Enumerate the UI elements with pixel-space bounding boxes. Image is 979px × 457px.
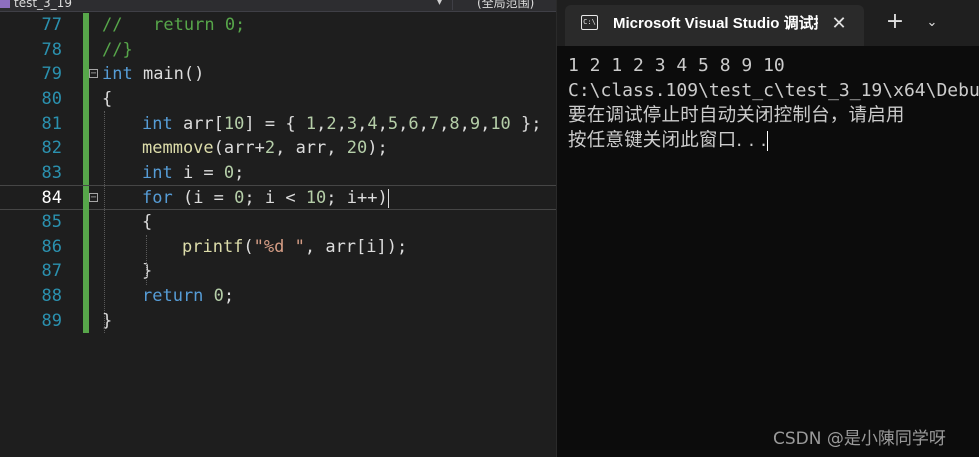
scope-dropdown[interactable]: (全局范围) bbox=[452, 0, 556, 10]
line-number: 88 bbox=[41, 286, 62, 307]
change-marker bbox=[83, 284, 89, 309]
output-line: C:\class.109\test_c\test_3_19\x64\Debug\… bbox=[568, 80, 979, 101]
code-text: printf("%d ", arr[i]); bbox=[182, 236, 408, 257]
code-line-current[interactable]: 84 − for (i = 0; i < 10; i++) bbox=[0, 185, 556, 212]
new-tab-icon[interactable]: + bbox=[883, 11, 907, 35]
code-text: memmove(arr+2, arr, 20); bbox=[142, 138, 388, 159]
change-marker bbox=[83, 210, 89, 235]
code-text: //} bbox=[102, 39, 133, 60]
line-number: 77 bbox=[41, 15, 62, 35]
text-caret bbox=[387, 188, 389, 208]
code-text: int main() bbox=[102, 64, 205, 85]
change-marker bbox=[83, 308, 89, 334]
line-number: 78 bbox=[41, 39, 62, 60]
chevron-down-icon[interactable]: ⌄ bbox=[921, 11, 943, 35]
change-marker bbox=[83, 13, 89, 38]
line-number: 86 bbox=[41, 236, 62, 257]
code-text: { bbox=[142, 212, 153, 233]
code-text: for (i = 0; i < 10; i++) bbox=[142, 188, 389, 209]
close-icon[interactable]: ✕ bbox=[827, 12, 851, 36]
change-marker bbox=[83, 111, 89, 137]
code-line[interactable]: 81 int arr[10] = { 1,2,3,4,5,6,7,8,9,10 … bbox=[0, 111, 556, 137]
code-line[interactable]: 83 int i = 0; bbox=[0, 160, 556, 186]
fold-collapse-icon[interactable]: − bbox=[89, 193, 98, 203]
code-line[interactable]: 86 printf("%d ", arr[i]); bbox=[0, 234, 556, 260]
code-text: } bbox=[142, 261, 153, 282]
file-dropdown-label: test_3_19 bbox=[14, 0, 72, 10]
prompt-text: 按任意键关闭此窗口. . . bbox=[568, 130, 767, 151]
indent-guide bbox=[104, 111, 105, 333]
code-line[interactable]: 80 { bbox=[0, 86, 556, 112]
change-marker bbox=[83, 160, 89, 186]
line-number: 84 bbox=[41, 188, 62, 209]
line-number: 80 bbox=[41, 88, 62, 109]
code-line[interactable]: 89 } bbox=[0, 308, 556, 334]
debug-console-window[interactable]: C:\ Microsoft Visual Studio 调试控制台 ✕ + ⌄ … bbox=[556, 0, 979, 457]
editor-navigation-bar: test_3_19 ▾ (全局范围) bbox=[0, 0, 556, 12]
code-line[interactable]: 77 // return 0; bbox=[0, 13, 556, 38]
code-line[interactable]: 79 − int main() bbox=[0, 62, 556, 87]
chevron-down-icon[interactable]: ▾ bbox=[437, 0, 442, 10]
output-line-prompt: 按任意键关闭此窗口. . . bbox=[568, 128, 979, 153]
output-line: 1 2 1 2 3 4 5 8 9 10 bbox=[568, 55, 785, 76]
code-text: { bbox=[102, 88, 113, 109]
code-text: int i = 0; bbox=[142, 162, 245, 183]
change-marker bbox=[83, 37, 89, 63]
code-editor[interactable]: test_3_19 ▾ (全局范围) 77 // return 0; 78 //… bbox=[0, 0, 556, 457]
code-line[interactable]: 88 return 0; bbox=[0, 284, 556, 309]
tab-title: Microsoft Visual Studio 调试控制台 bbox=[613, 15, 818, 32]
code-text: return 0; bbox=[142, 286, 235, 307]
code-line[interactable]: 82 memmove(arr+2, arr, 20); bbox=[0, 136, 556, 161]
line-number: 81 bbox=[41, 113, 62, 134]
change-marker bbox=[83, 86, 89, 112]
line-number: 83 bbox=[41, 162, 62, 183]
line-number: 89 bbox=[41, 310, 62, 331]
line-number: 82 bbox=[41, 138, 62, 159]
change-marker bbox=[83, 259, 89, 285]
file-dropdown[interactable]: test_3_19 ▾ bbox=[0, 0, 446, 10]
terminal-titlebar: C:\ Microsoft Visual Studio 调试控制台 ✕ + ⌄ bbox=[557, 0, 979, 46]
line-number: 79 bbox=[41, 64, 62, 85]
change-marker bbox=[83, 136, 89, 161]
terminal-tab[interactable]: C:\ Microsoft Visual Studio 调试控制台 ✕ bbox=[565, 5, 864, 46]
terminal-caret bbox=[766, 131, 768, 151]
fold-collapse-icon[interactable]: − bbox=[89, 69, 98, 79]
output-line: 要在调试停止时自动关闭控制台，请启用 bbox=[568, 105, 905, 126]
code-line[interactable]: 78 //} bbox=[0, 37, 556, 63]
scope-dropdown-label: (全局范围) bbox=[477, 0, 535, 10]
code-text: // return 0; bbox=[102, 15, 246, 35]
line-number: 85 bbox=[41, 212, 62, 233]
code-area[interactable]: 77 // return 0; 78 //} 79 − int main() 8… bbox=[0, 13, 556, 334]
line-number: 87 bbox=[41, 261, 62, 282]
project-icon bbox=[0, 0, 10, 8]
code-line[interactable]: 85 { bbox=[0, 210, 556, 235]
console-icon: C:\ bbox=[581, 15, 598, 30]
change-marker bbox=[83, 234, 89, 260]
code-line[interactable]: 87 } bbox=[0, 259, 556, 285]
indent-guide bbox=[146, 235, 147, 285]
code-text: int arr[10] = { 1,2,3,4,5,6,7,8,9,10 }; bbox=[142, 113, 542, 134]
watermark: CSDN @是小陳同学呀 bbox=[773, 429, 946, 449]
terminal-output[interactable]: 1 2 1 2 3 4 5 8 9 10 C:\class.109\test_c… bbox=[568, 53, 979, 153]
